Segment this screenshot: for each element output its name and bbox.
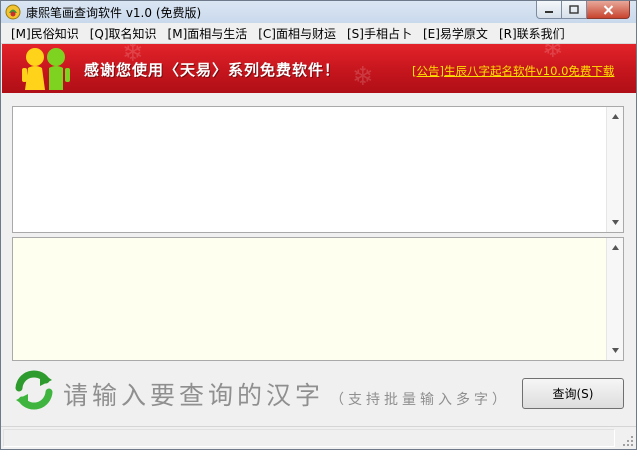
prompt-sub-text: （支持批量输入多字） <box>330 392 511 408</box>
menu-face-and-wealth[interactable]: [C]面相与财运 <box>254 25 343 42</box>
detail-textarea[interactable] <box>12 237 624 361</box>
banner-thanks-text: 感谢您使用〈天易〉系列免费软件！ <box>84 61 341 79</box>
snowflake-decoration: ❄ <box>352 62 374 92</box>
maximize-icon <box>569 5 579 14</box>
window-controls <box>536 1 630 19</box>
result-scrollbar[interactable] <box>606 107 623 232</box>
result-text <box>19 113 603 226</box>
minimize-icon <box>545 10 553 13</box>
status-text <box>3 429 615 447</box>
scroll-up-button[interactable] <box>607 108 623 125</box>
scroll-up-icon <box>612 245 619 250</box>
resize-grip-icon[interactable] <box>622 435 634 447</box>
snowflake-decoration: ❄ <box>542 44 564 64</box>
scroll-down-button[interactable] <box>607 342 623 359</box>
minimize-button[interactable] <box>536 1 562 19</box>
close-button[interactable] <box>587 1 630 19</box>
status-bar <box>1 426 636 449</box>
title-bar[interactable]: 康熙笔画查询软件 v1.0 (免费版) <box>1 1 636 23</box>
detail-text <box>19 244 603 354</box>
menu-face-and-life[interactable]: [M]面相与生活 <box>164 25 255 42</box>
kids-icon <box>22 48 70 90</box>
menu-naming-knowledge[interactable]: [Q]取名知识 <box>86 25 164 42</box>
close-icon <box>603 4 613 15</box>
input-prompt: 请输入要查询的汉字 （支持批量输入多字） <box>63 376 510 412</box>
maximize-button[interactable] <box>562 1 587 19</box>
scroll-up-button[interactable] <box>607 239 623 256</box>
prompt-main-text: 请输入要查询的汉字 <box>63 381 325 410</box>
result-textarea[interactable] <box>12 106 624 233</box>
main-window: 康熙笔画查询软件 v1.0 (免费版) [M]民俗知识 [Q]取名知识 [M]面… <box>0 0 637 450</box>
detail-scrollbar[interactable] <box>606 238 623 360</box>
banner: ❄ ❄ ❄ 感谢您使用〈天易〉系列免费软件！ [公告]生辰八字起名软件v10.0… <box>2 44 636 93</box>
notice-link[interactable]: [公告]生辰八字起名软件v10.0免费下载 <box>412 63 614 79</box>
menu-contact-us[interactable]: [R]联系我们 <box>495 25 572 42</box>
menu-yixue-texts[interactable]: [E]易学原文 <box>419 25 495 42</box>
scroll-up-icon <box>612 114 619 119</box>
menu-palmistry[interactable]: [S]手相占卜 <box>343 25 419 42</box>
menu-folk-knowledge[interactable]: [M]民俗知识 <box>7 25 86 42</box>
query-button[interactable]: 查询(S) <box>522 378 624 409</box>
scroll-down-button[interactable] <box>607 214 623 231</box>
window-title: 康熙笔画查询软件 v1.0 (免费版) <box>26 6 202 20</box>
scroll-down-icon <box>612 348 619 353</box>
app-icon <box>5 4 21 20</box>
menu-bar: [M]民俗知识 [Q]取名知识 [M]面相与生活 [C]面相与财运 [S]手相占… <box>1 23 636 44</box>
refresh-icon[interactable] <box>13 368 55 412</box>
scroll-down-icon <box>612 220 619 225</box>
